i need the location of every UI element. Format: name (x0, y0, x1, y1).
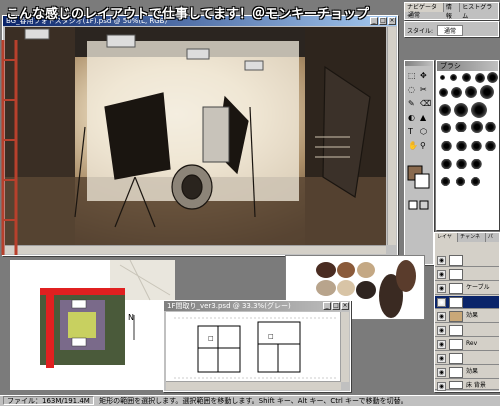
tab-navigator[interactable]: ナビゲーター (405, 3, 444, 20)
layer-row[interactable]: ◉ ケーブル (435, 282, 499, 295)
status-bar: ファイル：163M/191.4M 矩形の範囲を選択します。選択範囲を移動します。… (0, 395, 500, 406)
layer-thumbnail (449, 311, 463, 322)
eye-icon[interactable]: ◉ (437, 256, 446, 265)
main-window-horizontal-scrollbar[interactable] (5, 245, 386, 254)
brush-palette[interactable]: ブラシ (436, 60, 499, 230)
tab-paths[interactable]: パス (486, 233, 499, 249)
floor-plan-window[interactable]: 1F間取り_ver3.psd @ 33.3%(グレー) _ □ × □ □ (163, 300, 351, 392)
eye-icon[interactable]: ◉ (437, 368, 446, 377)
eye-icon[interactable]: ◉ (437, 326, 446, 335)
eye-icon[interactable]: ◉ (437, 340, 446, 349)
banner-caption: こんな感じのレイアウトで仕事してます！＠モンキーチョップ (6, 7, 369, 22)
svg-text:✂: ✂ (420, 85, 427, 94)
layer-list[interactable]: ◉ ◉ ◉ ケーブル ◉ ◉ 効果 ◉ ◉ Rev ◉ ◉ 効果 ◉ 床 背景 (435, 242, 499, 391)
brush-grid[interactable] (437, 71, 498, 229)
svg-text:◌: ◌ (408, 85, 415, 94)
floor-plan-drawing: □ □ (174, 317, 336, 379)
layer-thumbnail (449, 255, 463, 266)
layer-thumbnail (449, 353, 463, 364)
style-label: スタイル: (407, 28, 434, 35)
layer-row[interactable]: ◉ (435, 254, 499, 267)
main-document-window[interactable]: BG_春用フォトスタジオ(1F).psd @ 50%(L, RGB) _ □ × (2, 15, 398, 256)
layer-thumbnail (449, 325, 463, 336)
background-color-swatch (414, 173, 430, 189)
svg-text:✥: ✥ (420, 71, 427, 80)
layer-row[interactable]: ◉ 効果 (435, 366, 499, 379)
tab-histogram[interactable]: ヒストグラム (460, 3, 498, 20)
tool-hint-text: 矩形の範囲を選択します。選択範囲を移動します。Shift キー、Alt キー、C… (99, 397, 408, 405)
floor-plan-vertical-scrollbar[interactable] (340, 312, 349, 382)
eye-icon[interactable]: ◉ (437, 284, 446, 293)
svg-text:✋: ✋ (408, 140, 418, 150)
tool-icons[interactable]: ⬚ ✥ ◌ ✂ ✎ ⌫ ◐ ▲ T ⬡ ✋ ⚲ (405, 66, 433, 261)
eye-icon[interactable]: ◉ (437, 270, 446, 279)
minimize-button[interactable]: _ (323, 302, 331, 310)
layer-thumbnail (449, 367, 463, 378)
navigator-mode-label: 通常 (408, 12, 421, 19)
eye-icon[interactable]: ◉ (437, 312, 446, 321)
tab-layers[interactable]: レイヤー (435, 233, 459, 249)
layer-thumbnail (449, 283, 463, 294)
layer-row[interactable]: ◉ (435, 352, 499, 365)
layer-row[interactable]: ◉ Rev (435, 338, 499, 351)
site-map-sheet[interactable]: N (10, 259, 175, 390)
svg-text:⬡: ⬡ (420, 127, 427, 136)
brush-palette-titlebar[interactable]: ブラシ (437, 61, 498, 71)
floor-plan-horizontal-scrollbar[interactable] (166, 381, 341, 390)
brush-palette-title: ブラシ (440, 62, 461, 70)
studio-scene-illustration (5, 27, 386, 245)
layer-row[interactable]: ◉ 効果 (435, 310, 499, 323)
svg-text:▲: ▲ (420, 113, 427, 122)
floor-plan-canvas[interactable]: □ □ (166, 312, 341, 382)
main-window-vertical-scrollbar[interactable] (387, 27, 396, 245)
layer-name: ケーブル (466, 284, 490, 291)
layer-row[interactable]: ◉ 床 背景 (435, 380, 499, 391)
layer-row[interactable]: ◉ (435, 324, 499, 337)
ladder-strip (0, 40, 20, 255)
tab-channels[interactable]: チャンネル (458, 233, 486, 249)
eye-icon[interactable]: ◉ (437, 382, 446, 391)
layer-name: 効果 (466, 368, 479, 375)
layer-thumbnail (449, 297, 463, 308)
tool-palette[interactable]: ⬚ ✥ ◌ ✂ ✎ ⌫ ◐ ▲ T ⬡ ✋ ⚲ (404, 60, 434, 265)
layers-palette[interactable]: レイヤー チャンネル パス ◉ ◉ ◉ ケーブル ◉ ◉ 効果 ◉ ◉ Rev ◉ ◉… (434, 232, 500, 392)
style-select[interactable]: 通常 (436, 25, 463, 36)
document-size-readout: ファイル：163M/191.4M (3, 396, 94, 405)
maximize-button[interactable]: □ (332, 302, 340, 310)
site-map-drawing: N (40, 259, 175, 368)
svg-text:T: T (407, 127, 413, 136)
tab-info[interactable]: 情報 (444, 3, 461, 20)
svg-text:⚲: ⚲ (420, 141, 426, 150)
layer-row-selected[interactable]: ◉ (435, 296, 499, 309)
navigator-palette[interactable]: ナビゲーター 情報 ヒストグラム 通常 (404, 2, 499, 20)
layer-name: 効果 (466, 312, 479, 319)
tool-options-bar[interactable]: スタイル: 通常 (404, 21, 499, 37)
layer-thumbnail (449, 269, 463, 280)
svg-text:□: □ (208, 335, 214, 342)
svg-text:⌫: ⌫ (420, 99, 431, 108)
studio-photo-canvas[interactable] (5, 27, 386, 245)
ladder-graphic (1, 40, 18, 255)
svg-text:□: □ (268, 333, 274, 340)
layer-name: 床 背景 (466, 382, 486, 389)
layer-row[interactable]: ◉ (435, 268, 499, 281)
eye-icon[interactable]: ◉ (437, 354, 446, 363)
layer-name: Rev (466, 340, 478, 347)
svg-text:⬚: ⬚ (408, 71, 416, 80)
floor-plan-titlebar[interactable]: 1F間取り_ver3.psd @ 33.3%(グレー) _ □ × (164, 301, 350, 311)
svg-text:✎: ✎ (408, 99, 415, 108)
floor-plan-title: 1F間取り_ver3.psd @ 33.3%(グレー) (167, 302, 291, 310)
layer-thumbnail (449, 339, 463, 350)
layer-thumbnail (449, 381, 463, 389)
svg-text:◐: ◐ (408, 113, 415, 122)
svg-text:N: N (128, 313, 134, 322)
eye-icon[interactable]: ◉ (437, 298, 446, 307)
close-button[interactable]: × (341, 302, 349, 310)
